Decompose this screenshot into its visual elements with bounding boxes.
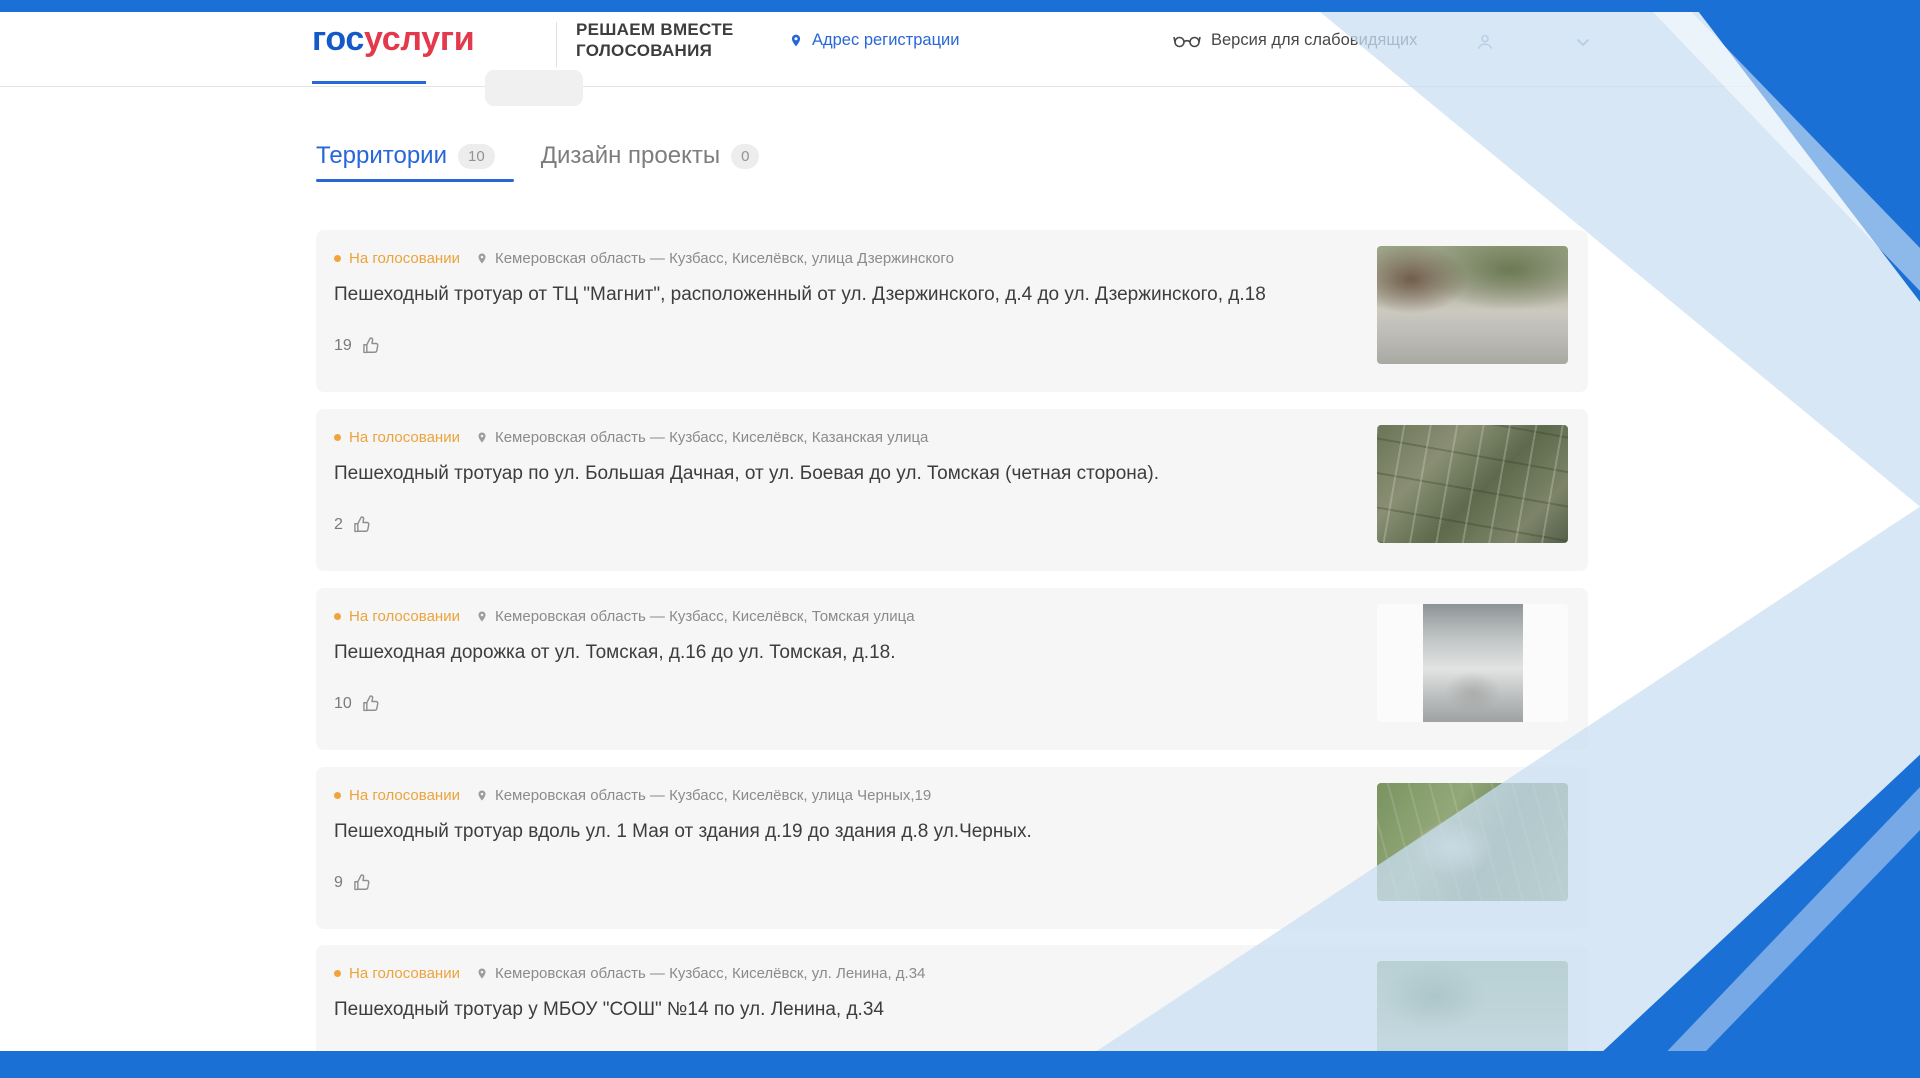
content-tabs: Территории 10 Дизайн проекты 0 [316, 136, 760, 176]
likes-control[interactable]: 2 [334, 515, 372, 535]
territory-photo[interactable] [1377, 425, 1568, 543]
territory-photo[interactable] [1377, 246, 1568, 364]
location-pin-icon [789, 32, 803, 49]
status-label: На голосовании [349, 429, 460, 446]
accessibility-link-label: Версия для слабовидящих [1211, 31, 1418, 49]
brand-line2: ГОЛОСОВАНИЯ [576, 41, 713, 60]
thumbs-up-icon[interactable] [352, 873, 372, 893]
territory-card[interactable]: На голосовании Кемеровская область — Куз… [316, 230, 1588, 392]
status-dot [334, 434, 341, 441]
status-label: На голосовании [349, 608, 460, 625]
status-label: На голосовании [349, 250, 460, 267]
likes-control[interactable]: 10 [334, 694, 381, 714]
card-meta-row: На голосовании Кемеровская область — Куз… [334, 250, 954, 267]
tab-design-projects[interactable]: Дизайн проекты 0 [541, 142, 760, 170]
gosuslugi-logo[interactable]: госуслуги [312, 20, 475, 58]
location-pin-icon [476, 788, 488, 803]
territory-card[interactable]: На голосовании Кемеровская область — Куз… [316, 409, 1588, 571]
truncated-element [485, 70, 583, 106]
brand-title: РЕШАЕМ ВМЕСТЕ ГОЛОСОВАНИЯ [576, 19, 734, 61]
header-vertical-divider [556, 22, 557, 67]
accessibility-version-link[interactable]: Версия для слабовидящих [1173, 31, 1417, 50]
territory-title[interactable]: Пешеходный тротуар от ТЦ "Магнит", распо… [334, 284, 1334, 306]
location-pin-icon [476, 966, 488, 981]
status-dot [334, 255, 341, 262]
status-dot [334, 613, 341, 620]
card-meta-row: На голосовании Кемеровская область — Куз… [334, 429, 928, 446]
logo-text-blue: гос [312, 20, 365, 58]
status-label: На голосовании [349, 965, 460, 982]
chevron-down-icon [1576, 38, 1590, 47]
tab-territories-label: Территории [316, 142, 447, 169]
territory-photo[interactable] [1377, 783, 1568, 901]
voting-page: госуслуги РЕШАЕМ ВМЕСТЕ ГОЛОСОВАНИЯ Адре… [0, 12, 1920, 1051]
person-icon [1475, 32, 1495, 52]
tab-territories[interactable]: Территории 10 [316, 142, 495, 170]
address-link-label: Адрес регистрации [812, 31, 960, 49]
card-meta-row: На голосовании Кемеровская область — Куз… [334, 608, 915, 625]
tab-design-projects-count-badge: 0 [731, 143, 760, 169]
frame-border-top [0, 0, 1920, 12]
territory-photo[interactable] [1377, 604, 1568, 722]
territory-title[interactable]: Пешеходный тротуар у МБОУ "СОШ" №14 по у… [334, 999, 1334, 1021]
status-dot [334, 970, 341, 977]
territory-title[interactable]: Пешеходная дорожка от ул. Томская, д.16 … [334, 642, 1334, 664]
likes-control[interactable]: 19 [334, 336, 381, 356]
thumbs-up-icon[interactable] [361, 336, 381, 356]
glasses-icon [1173, 34, 1201, 48]
status-label: На голосовании [349, 787, 460, 804]
brand-line1: РЕШАЕМ ВМЕСТЕ [576, 20, 734, 39]
card-meta-row: На голосовании Кемеровская область — Куз… [334, 787, 931, 804]
location-text: Кемеровская область — Кузбасс, Киселёвск… [494, 608, 915, 625]
territory-photo[interactable] [1377, 961, 1568, 1051]
location-text: Кемеровская область — Кузбасс, Киселёвск… [494, 787, 932, 804]
card-meta-row: На голосовании Кемеровская область — Куз… [334, 965, 925, 982]
location-text: Кемеровская область — Кузбасс, Киселёвск… [494, 429, 929, 446]
likes-count: 10 [334, 695, 352, 712]
location-text: Кемеровская область — Кузбасс, Киселёвск… [494, 965, 926, 982]
thumbs-up-icon[interactable] [352, 515, 372, 535]
territory-card[interactable]: На голосовании Кемеровская область — Куз… [316, 588, 1588, 750]
location-pin-icon [476, 251, 488, 266]
territory-card[interactable]: На голосовании Кемеровская область — Куз… [316, 767, 1588, 929]
location-text: Кемеровская область — Кузбасс, Киселёвск… [494, 250, 954, 267]
tab-design-projects-label: Дизайн проекты [540, 142, 721, 169]
status-dot [334, 792, 341, 799]
location-pin-icon [476, 430, 488, 445]
logo-text-red: услуги [364, 20, 475, 58]
tab-territories-count-badge: 10 [458, 143, 495, 169]
thumbs-up-icon[interactable] [361, 694, 381, 714]
likes-control[interactable]: 9 [334, 873, 372, 893]
likes-count: 2 [334, 516, 343, 533]
likes-count: 9 [334, 874, 343, 891]
registration-address-link[interactable]: Адрес регистрации [789, 31, 959, 50]
active-tab-indicator [316, 179, 514, 182]
header-divider-line [0, 86, 1920, 87]
frame-border-bottom [0, 1051, 1920, 1078]
territory-card[interactable]: На голосовании Кемеровская область — Куз… [316, 945, 1588, 1051]
location-pin-icon [476, 609, 488, 624]
likes-count: 19 [334, 337, 352, 354]
territory-title[interactable]: Пешеходный тротуар вдоль ул. 1 Мая от зд… [334, 821, 1334, 843]
active-nav-underline [312, 81, 426, 84]
screenshot-frame: госуслуги РЕШАЕМ ВМЕСТЕ ГОЛОСОВАНИЯ Адре… [0, 0, 1920, 1078]
territory-title[interactable]: Пешеходный тротуар по ул. Большая Дачная… [334, 463, 1334, 485]
user-menu[interactable] [1475, 32, 1590, 52]
